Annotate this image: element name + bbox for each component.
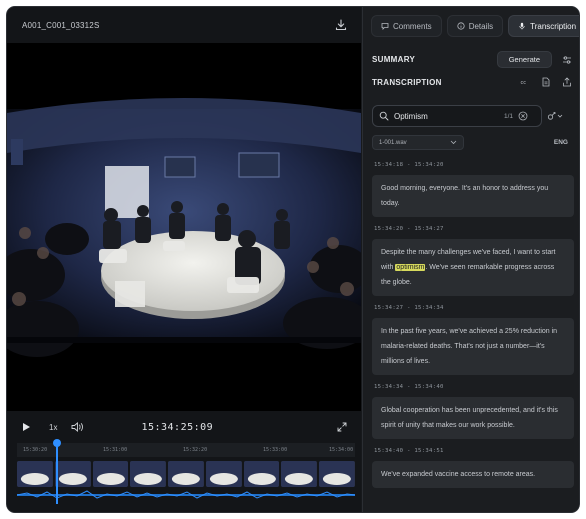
timecode: 15:34:25:09 [141,421,214,433]
ruler-label: 15:30:20 [23,447,48,453]
transcript-segment: 15:34:34 - 15:34:40 Global cooperation h… [372,384,574,439]
video-frame[interactable] [7,43,361,411]
audio-waveform [17,490,355,499]
clear-search-icon[interactable] [518,111,528,121]
ruler-label: 15:31:00 [103,447,128,453]
segment-time: 15:34:20 - 15:34:27 [374,226,444,232]
clip-name: A001_C001_03312S [22,20,100,30]
filmstrip-frame [205,461,242,487]
play-icon[interactable] [21,422,31,432]
fullscreen-icon[interactable] [337,422,347,432]
side-panel: Comments Details Transcription SUMMARY G… [362,7,579,512]
filmstrip-frame [130,461,167,487]
search-input[interactable] [394,111,499,121]
comment-icon [381,23,389,30]
transcript-segments: 15:34:18 - 15:34:20 Good morning, everyo… [372,157,574,512]
tab-comments-label: Comments [393,21,432,31]
tab-details[interactable]: Details [446,15,504,37]
audio-file-name: 1-001.wav [379,139,407,146]
segment-time: 15:34:34 - 15:34:40 [374,384,444,390]
ruler-label: 15:34:00 [329,447,354,453]
tab-comments[interactable]: Comments [371,15,442,37]
speaker-options-icon[interactable] [547,111,563,121]
transcription-tools: cc [520,77,572,87]
ruler-label: 15:33:00 [263,447,288,453]
mic-icon [519,22,525,30]
filmstrip[interactable] [17,461,356,487]
transcript-segment: 15:34:27 - 15:34:34 In the past five yea… [372,305,574,375]
filmstrip-frame [54,461,91,487]
playhead[interactable] [56,440,58,504]
transcript-segment: 15:34:18 - 15:34:20 Good morning, everyo… [372,162,574,217]
summary-row: SUMMARY Generate [372,51,572,68]
filmstrip-frame [319,461,356,487]
document-icon[interactable] [541,77,551,87]
language-badge[interactable]: ENG [554,139,568,146]
segment-time: 15:34:18 - 15:34:20 [374,162,444,168]
segment-time: 15:34:27 - 15:34:34 [374,305,444,311]
player-controls: 1x 15:34:25:09 [7,411,361,443]
svg-text:cc: cc [521,80,527,86]
transcript-meta-row: 1-001.wav ENG [372,135,572,150]
segment-text[interactable]: In the past five years, we've achieved a… [372,318,574,375]
segment-text[interactable]: We've expanded vaccine access to remote … [372,461,574,488]
segment-time: 15:34:40 - 15:34:51 [374,448,444,454]
timeline[interactable]: 15:30:20 15:31:00 15:32:20 15:33:00 15:3… [17,439,356,504]
filmstrip-frame [92,461,129,487]
search-highlight: optimism [395,264,426,271]
tab-transcription-label: Transcription [530,21,577,31]
panel-tabs: Comments Details Transcription [371,15,579,37]
info-icon [457,22,465,30]
stage-scene-image [7,98,361,357]
transcript-search: 1/1 [372,105,542,127]
segment-text[interactable]: Despite the many challenges we've faced,… [372,239,574,296]
filmstrip-frame [17,461,53,487]
share-icon[interactable] [562,77,572,87]
volume-icon[interactable] [71,422,84,432]
timeline-ruler: 15:30:20 15:31:00 15:32:20 15:33:00 15:3… [17,443,355,457]
tab-details-label: Details [468,21,494,31]
summary-title: SUMMARY [372,55,416,64]
filmstrip-frame [243,461,280,487]
audio-file-select[interactable]: 1-001.wav [372,135,464,150]
chevron-down-icon [450,140,457,145]
transcription-title: TRANSCRIPTION [372,77,442,87]
video-header: A001_C001_03312S [7,7,361,43]
search-icon [379,111,389,121]
tab-transcription[interactable]: Transcription [508,15,579,37]
transcription-row: TRANSCRIPTION cc [372,77,572,87]
ruler-label: 15:32:20 [183,447,208,453]
download-icon[interactable] [335,19,347,31]
generate-button[interactable]: Generate [496,51,552,68]
segment-text[interactable]: Global cooperation has been unprecedente… [372,397,574,439]
transcript-segment: 15:34:40 - 15:34:51 We've expanded vacci… [372,448,574,488]
settings-sliders-icon[interactable] [562,55,572,65]
filmstrip-frame [168,461,204,487]
segment-text[interactable]: Good morning, everyone. It's an honor to… [372,175,574,217]
video-panel: A001_C001_03312S 1x 15:34:25:09 15:30:20… [7,7,361,512]
match-count: 1/1 [504,112,514,120]
captions-icon[interactable]: cc [520,77,530,87]
app-window: A001_C001_03312S 1x 15:34:25:09 15:30:20… [6,6,580,513]
transcript-segment: 15:34:20 - 15:34:27 Despite the many cha… [372,226,574,296]
playback-speed[interactable]: 1x [49,423,57,432]
filmstrip-frame [281,461,318,487]
